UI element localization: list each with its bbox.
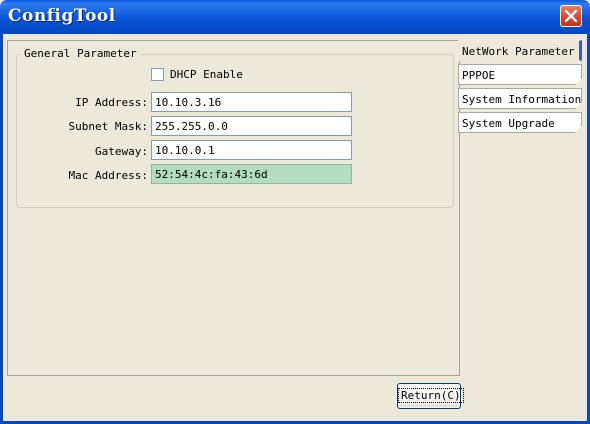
tab-corner xyxy=(575,78,582,85)
close-button[interactable] xyxy=(560,5,582,27)
tab-label: PPPOE xyxy=(462,69,496,82)
dhcp-checkbox[interactable] xyxy=(151,68,164,81)
return-button[interactable]: Return(C) xyxy=(397,383,464,409)
window-frame-left xyxy=(0,34,3,424)
ip-address-label: IP Address: xyxy=(75,96,148,109)
tab-corner xyxy=(575,102,582,109)
tab-label: NetWork Parameter xyxy=(462,45,575,58)
title-bar[interactable]: ConfigTool xyxy=(0,0,590,34)
tab-pppoe[interactable]: PPPOE xyxy=(458,64,582,85)
tab-network-parameter[interactable]: NetWork Parameter xyxy=(458,40,582,61)
tab-label: System Information xyxy=(462,93,582,106)
group-title: General Parameter xyxy=(21,47,140,60)
tab-system-upgrade[interactable]: System Upgrade xyxy=(458,112,582,133)
mac-address-label: Mac Address: xyxy=(68,169,148,182)
subnet-mask-label: Subnet Mask: xyxy=(68,120,148,133)
ip-address-field[interactable]: 10.10.3.16 xyxy=(151,92,352,112)
tab-corner xyxy=(575,126,582,133)
mac-address-field: 52:54:4c:fa:43:6d xyxy=(151,164,352,184)
dhcp-label[interactable]: DHCP Enable xyxy=(170,68,243,81)
tab-label: System Upgrade xyxy=(462,117,555,130)
close-icon xyxy=(564,9,578,23)
return-button-label: Return(C) xyxy=(398,388,464,403)
tab-system-information[interactable]: System Information xyxy=(458,88,582,109)
gateway-label: Gateway: xyxy=(95,145,148,158)
config-tool-window: ConfigTool General Parameter DHCP Enable… xyxy=(0,0,590,424)
gateway-field[interactable]: 10.10.0.1 xyxy=(151,140,352,160)
subnet-mask-field[interactable]: 255.255.0.0 xyxy=(151,116,352,136)
window-title: ConfigTool xyxy=(8,6,116,26)
